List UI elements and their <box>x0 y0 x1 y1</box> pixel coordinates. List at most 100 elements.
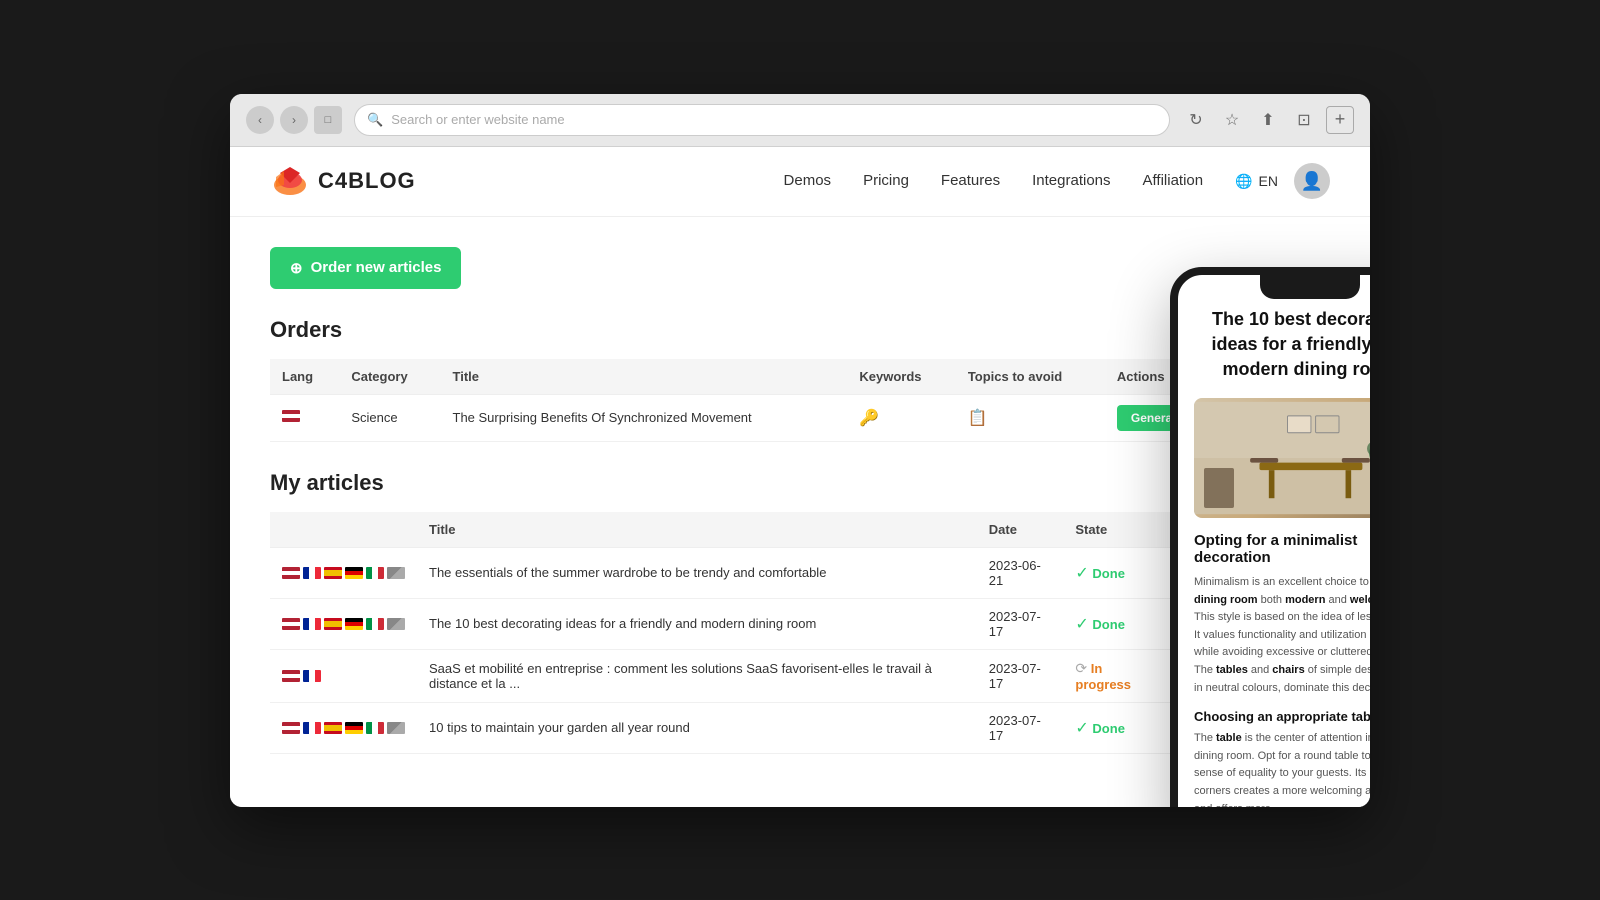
flag-es <box>324 722 342 734</box>
user-avatar[interactable]: 👤 <box>1294 163 1330 199</box>
table-row: Science The Surprising Benefits Of Synch… <box>270 394 1290 441</box>
col-topics: Topics to avoid <box>956 359 1105 395</box>
order-topics[interactable]: 📋 <box>956 394 1105 441</box>
nav-right-controls: 🌐 EN 👤 <box>1235 163 1330 199</box>
keywords-icon[interactable]: 🔑 <box>859 410 879 427</box>
flag-de <box>345 722 363 734</box>
flag-es <box>324 567 342 579</box>
article-flags-2 <box>270 598 417 649</box>
articles-table: Title Date State Actions <box>270 512 1290 754</box>
order-lang <box>270 394 339 441</box>
site-navigation: C4BLOG Demos Pricing Features Integratio… <box>230 147 1370 217</box>
article-flags-1 <box>270 547 417 598</box>
search-icon: 🔍 <box>367 112 383 128</box>
forward-button[interactable]: › <box>280 106 308 134</box>
col-lang: Lang <box>270 359 339 395</box>
done-icon-2: ✓ <box>1075 616 1088 633</box>
flag-us <box>282 722 300 734</box>
user-icon: 👤 <box>1301 171 1323 192</box>
article-title-2: The 10 best decorating ideas for a frien… <box>417 598 977 649</box>
article-date-2: 2023-07-17 <box>977 598 1064 649</box>
flag-us <box>282 618 300 630</box>
flag-it <box>366 722 384 734</box>
article-date-4: 2023-07-17 <box>977 702 1064 753</box>
article-state-4: ✓ Done <box>1063 702 1170 753</box>
tab-view-button[interactable]: □ <box>314 106 342 134</box>
done-icon-4: ✓ <box>1075 720 1088 737</box>
col-date: Date <box>977 512 1064 548</box>
col-keywords: Keywords <box>847 359 955 395</box>
article-state-2: ✓ Done <box>1063 598 1170 649</box>
status-done-2: Done <box>1092 617 1125 632</box>
col-flags <box>270 512 417 548</box>
lang-selector[interactable]: 🌐 EN <box>1235 173 1278 190</box>
article-state-1: ✓ Done <box>1063 547 1170 598</box>
articles-section-title: My articles <box>270 470 1290 496</box>
article-title-4: 10 tips to maintain your garden all year… <box>417 702 977 753</box>
order-btn-label: Order new articles <box>311 259 442 276</box>
flag-multi <box>387 567 405 579</box>
phone-mockup: The 10 best decorating ideas for a frien… <box>1170 267 1370 807</box>
nav-item-pricing[interactable]: Pricing <box>863 172 909 190</box>
nav-item-features[interactable]: Features <box>941 172 1000 190</box>
address-bar[interactable]: 🔍 Search or enter website name <box>354 104 1170 136</box>
flag-fr <box>303 567 321 579</box>
order-new-articles-button[interactable]: ⊕ Order new articles <box>270 247 461 289</box>
article-flags-3 <box>270 649 417 702</box>
flag-it <box>366 618 384 630</box>
flag-de <box>345 618 363 630</box>
table-row: SaaS et mobilité en entreprise : comment… <box>270 649 1290 702</box>
more-button[interactable]: ⊡ <box>1290 106 1318 134</box>
share-button[interactable]: ⬆ <box>1254 106 1282 134</box>
phone-article-title: The 10 best decorating ideas for a frien… <box>1194 307 1370 383</box>
orders-table: Lang Category Title Keywords Topics to a… <box>270 359 1290 442</box>
logo-text: C4BLOG <box>318 168 416 194</box>
spinner-icon: ⟳ <box>1075 660 1087 676</box>
nav-item-affiliation[interactable]: Affiliation <box>1143 172 1204 190</box>
phone-sub-title: Choosing an appropriate table <box>1194 709 1370 724</box>
table-row: The essentials of the summer wardrobe to… <box>270 547 1290 598</box>
browser-window: ‹ › □ 🔍 Search or enter website name ↻ ☆… <box>230 94 1370 807</box>
flag-it <box>366 567 384 579</box>
articles-table-body: The essentials of the summer wardrobe to… <box>270 547 1290 753</box>
flag-us <box>282 410 300 422</box>
col-title: Title <box>441 359 848 395</box>
order-keywords[interactable]: 🔑 <box>847 394 955 441</box>
nav-item-demos[interactable]: Demos <box>784 172 832 190</box>
flag-fr <box>303 722 321 734</box>
order-category: Science <box>339 394 440 441</box>
back-button[interactable]: ‹ <box>246 106 274 134</box>
col-article-title: Title <box>417 512 977 548</box>
flag-es <box>324 618 342 630</box>
browser-action-buttons: ↻ ☆ ⬆ ⊡ + <box>1182 106 1354 134</box>
article-title-3: SaaS et mobilité en entreprise : comment… <box>417 649 977 702</box>
topics-icon[interactable]: 📋 <box>968 410 988 427</box>
article-date-3: 2023-07-17 <box>977 649 1064 702</box>
phone-section-title: Opting for a minimalist decoration <box>1194 532 1370 566</box>
nav-item-integrations[interactable]: Integrations <box>1032 172 1110 190</box>
table-row: 10 tips to maintain your garden all year… <box>270 702 1290 753</box>
flag-de <box>345 567 363 579</box>
reload-button[interactable]: ↻ <box>1182 106 1210 134</box>
address-text: Search or enter website name <box>391 112 564 127</box>
orders-table-body: Science The Surprising Benefits Of Synch… <box>270 394 1290 441</box>
lang-label: EN <box>1259 173 1278 189</box>
logo-area: C4BLOG <box>270 165 416 197</box>
phone-body-text: Minimalism is an excellent choice to mak… <box>1194 574 1370 697</box>
flag-us <box>282 567 300 579</box>
phone-sub-body: The table is the center of attention in … <box>1194 730 1370 806</box>
orders-section-title: Orders <box>270 317 1290 343</box>
phone-screen: The 10 best decorating ideas for a frien… <box>1178 275 1370 807</box>
flag-multi <box>387 722 405 734</box>
browser-toolbar: ‹ › □ 🔍 Search or enter website name ↻ ☆… <box>230 94 1370 147</box>
flag-fr <box>303 670 321 682</box>
bookmark-button[interactable]: ☆ <box>1218 106 1246 134</box>
flag-us <box>282 670 300 682</box>
new-tab-button[interactable]: + <box>1326 106 1354 134</box>
table-row: The 10 best decorating ideas for a frien… <box>270 598 1290 649</box>
status-done-4: Done <box>1092 721 1125 736</box>
articles-table-header-row: Title Date State Actions <box>270 512 1290 548</box>
phone-notch <box>1260 275 1360 299</box>
article-date-1: 2023-06-21 <box>977 547 1064 598</box>
nav-links-list: Demos Pricing Features Integrations Affi… <box>784 172 1204 190</box>
